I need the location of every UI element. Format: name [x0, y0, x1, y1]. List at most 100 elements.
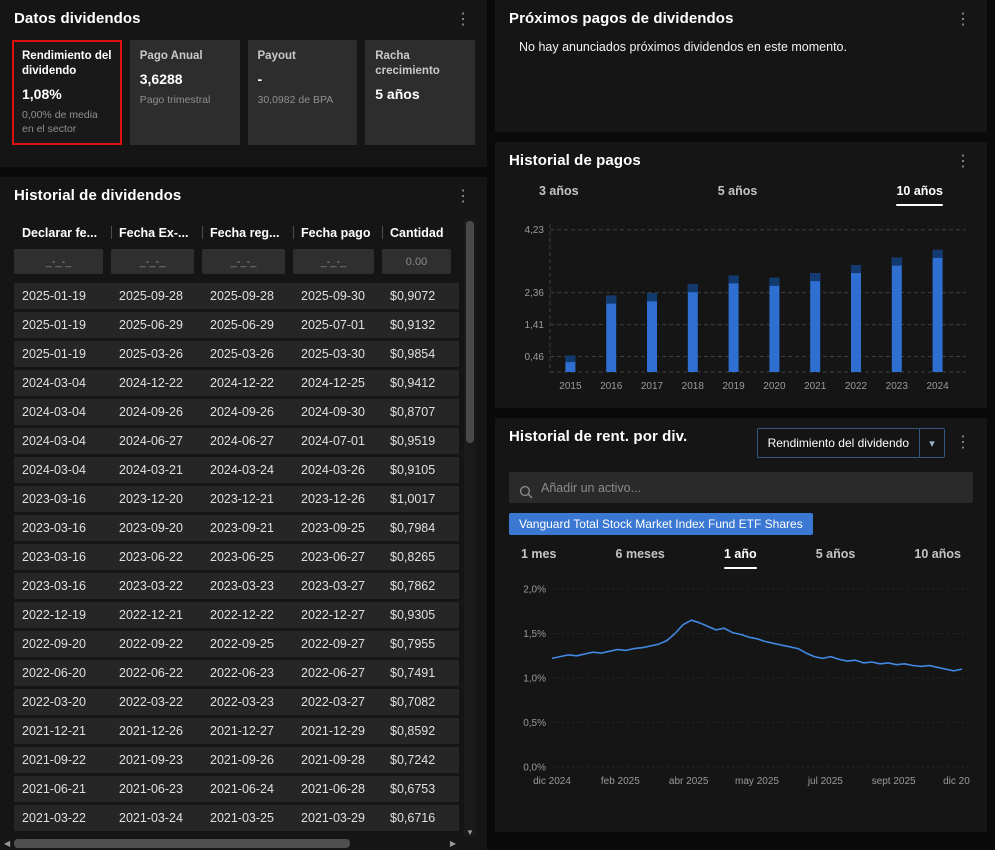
svg-text:feb 2025: feb 2025 [601, 776, 640, 787]
range-tab[interactable]: 10 años [896, 184, 943, 206]
cell-declare-date: 2024-03-04 [14, 376, 111, 390]
cell-record-date: 2021-12-27 [202, 724, 293, 738]
svg-text:1,41: 1,41 [525, 320, 545, 331]
vertical-scrollbar-thumb[interactable] [466, 221, 474, 443]
cell-pay-date: 2022-12-27 [293, 608, 382, 622]
range-tab[interactable]: 3 años [539, 184, 579, 198]
cell-amount: $0,7491 [382, 666, 459, 680]
table-row: 2024-03-04 2024-03-21 2024-03-24 2024-03… [14, 457, 459, 483]
stat-card-subtext: 0,00% de media en el sector [22, 108, 112, 136]
asset-chip[interactable]: Vanguard Total Stock Market Index Fund E… [509, 513, 813, 535]
datos-header: Datos dividendos ⋮ [0, 0, 487, 38]
svg-text:2024: 2024 [926, 381, 949, 392]
cell-record-date: 2021-06-24 [202, 782, 293, 796]
column-header[interactable]: Fecha pago [293, 217, 382, 249]
svg-text:2017: 2017 [641, 381, 664, 392]
stat-card[interactable]: Pago Anual 3,6288 Pago trimestral [130, 40, 240, 145]
cell-amount: $0,9305 [382, 608, 459, 622]
cell-pay-date: 2023-09-25 [293, 521, 382, 535]
table-filter-row: _-_-_ _-_-_ _-_-_ _-_-_ 0.00 [14, 249, 459, 283]
search-input[interactable] [541, 481, 963, 495]
range-tab[interactable]: 5 años [718, 184, 758, 198]
metric-dropdown[interactable]: Rendimiento del dividendo ▾ [757, 428, 945, 458]
svg-text:2016: 2016 [600, 381, 623, 392]
cell-ex-date: 2021-06-23 [111, 782, 202, 796]
cell-ex-date: 2021-03-24 [111, 811, 202, 825]
cell-declare-date: 2022-06-20 [14, 666, 111, 680]
cell-declare-date: 2025-01-19 [14, 289, 111, 303]
filter-input[interactable]: 0.00 [382, 249, 451, 274]
panel-historial-pagos: Historial de pagos ⋮ 3 años 5 años 10 añ… [495, 142, 987, 408]
svg-text:2,36: 2,36 [525, 288, 545, 299]
svg-text:abr 2025: abr 2025 [669, 776, 709, 787]
stat-card[interactable]: Payout - 30,0982 de BPA [248, 40, 358, 145]
column-header[interactable]: Fecha Ex-... [111, 217, 202, 249]
cell-amount: $0,8592 [382, 724, 459, 738]
stat-card-value: 5 años [375, 86, 465, 102]
horizontal-scrollbar[interactable]: ◀ ▶ [0, 837, 460, 850]
range-tab[interactable]: 10 años [914, 547, 961, 561]
kebab-menu-icon[interactable]: ⋮ [449, 187, 477, 207]
cell-declare-date: 2024-03-04 [14, 434, 111, 448]
historial-title: Historial de dividendos [14, 187, 181, 204]
range-tab[interactable]: 1 mes [521, 547, 556, 561]
range-tab[interactable]: 5 años [816, 547, 856, 561]
table-row: 2022-06-20 2022-06-22 2022-06-23 2022-06… [14, 660, 459, 686]
kebab-menu-icon[interactable]: ⋮ [949, 152, 977, 172]
column-header[interactable]: Cantidad [382, 217, 459, 249]
cell-declare-date: 2023-03-16 [14, 579, 111, 593]
stat-card[interactable]: Racha crecimiento 5 años [365, 40, 475, 145]
search-icon [519, 485, 533, 499]
table-row: 2025-01-19 2025-06-29 2025-06-29 2025-07… [14, 312, 459, 338]
cell-pay-date: 2022-06-27 [293, 666, 382, 680]
kebab-menu-icon[interactable]: ⋮ [949, 10, 977, 30]
right-column: Próximos pagos de dividendos ⋮ No hay an… [495, 0, 987, 850]
cell-record-date: 2023-03-23 [202, 579, 293, 593]
cell-amount: $0,7862 [382, 579, 459, 593]
cell-declare-date: 2021-06-21 [14, 782, 111, 796]
left-column: Datos dividendos ⋮ Rendimiento del divid… [0, 0, 487, 850]
stat-card[interactable]: Rendimiento del dividendo 1,08% 0,00% de… [12, 40, 122, 145]
svg-text:1,0%: 1,0% [523, 674, 546, 685]
scroll-right-icon[interactable]: ▶ [446, 839, 460, 848]
table-row: 2022-09-20 2022-09-22 2022-09-25 2022-09… [14, 631, 459, 657]
panel-historial-dividendos: Historial de dividendos ⋮ Declarar fe...… [0, 177, 487, 850]
filter-input[interactable]: _-_-_ [111, 249, 194, 274]
range-tab[interactable]: 6 meses [616, 547, 665, 561]
cell-declare-date: 2022-12-19 [14, 608, 111, 622]
svg-text:dic 2025: dic 2025 [943, 776, 970, 787]
stat-card-value: 3,6288 [140, 71, 230, 87]
scroll-left-icon[interactable]: ◀ [0, 839, 14, 848]
pagos-header: Historial de pagos ⋮ [495, 142, 987, 180]
cell-ex-date: 2022-06-22 [111, 666, 202, 680]
svg-text:may 2025: may 2025 [735, 776, 779, 787]
cell-ex-date: 2021-09-23 [111, 753, 202, 767]
kebab-menu-icon[interactable]: ⋮ [949, 433, 977, 453]
metric-dropdown-value: Rendimiento del dividendo [758, 429, 919, 457]
filter-input[interactable]: _-_-_ [202, 249, 285, 274]
range-tab[interactable]: 1 año [724, 547, 757, 569]
cell-amount: $0,9132 [382, 318, 459, 332]
scroll-down-icon[interactable]: ▼ [464, 828, 476, 837]
cell-amount: $0,7242 [382, 753, 459, 767]
kebab-menu-icon[interactable]: ⋮ [449, 10, 477, 30]
add-asset-search[interactable] [509, 472, 973, 503]
column-header[interactable]: Declarar fe... [14, 217, 111, 249]
cell-record-date: 2024-12-22 [202, 376, 293, 390]
cell-declare-date: 2023-03-16 [14, 550, 111, 564]
cell-declare-date: 2025-01-19 [14, 318, 111, 332]
filter-input[interactable]: _-_-_ [14, 249, 103, 274]
filter-input[interactable]: _-_-_ [293, 249, 374, 274]
vertical-scrollbar[interactable]: ▼ [464, 219, 476, 837]
cell-declare-date: 2022-09-20 [14, 637, 111, 651]
cell-pay-date: 2023-03-27 [293, 579, 382, 593]
table-row: 2023-03-16 2023-06-22 2023-06-25 2023-06… [14, 544, 459, 570]
cell-amount: $0,9072 [382, 289, 459, 303]
pagos-title: Historial de pagos [509, 152, 641, 169]
proximos-title: Próximos pagos de dividendos [509, 10, 734, 27]
cell-declare-date: 2023-03-16 [14, 521, 111, 535]
column-header[interactable]: Fecha reg... [202, 217, 293, 249]
cell-declare-date: 2025-01-19 [14, 347, 111, 361]
horizontal-scrollbar-thumb[interactable] [14, 839, 350, 848]
svg-text:1,5%: 1,5% [523, 629, 546, 640]
